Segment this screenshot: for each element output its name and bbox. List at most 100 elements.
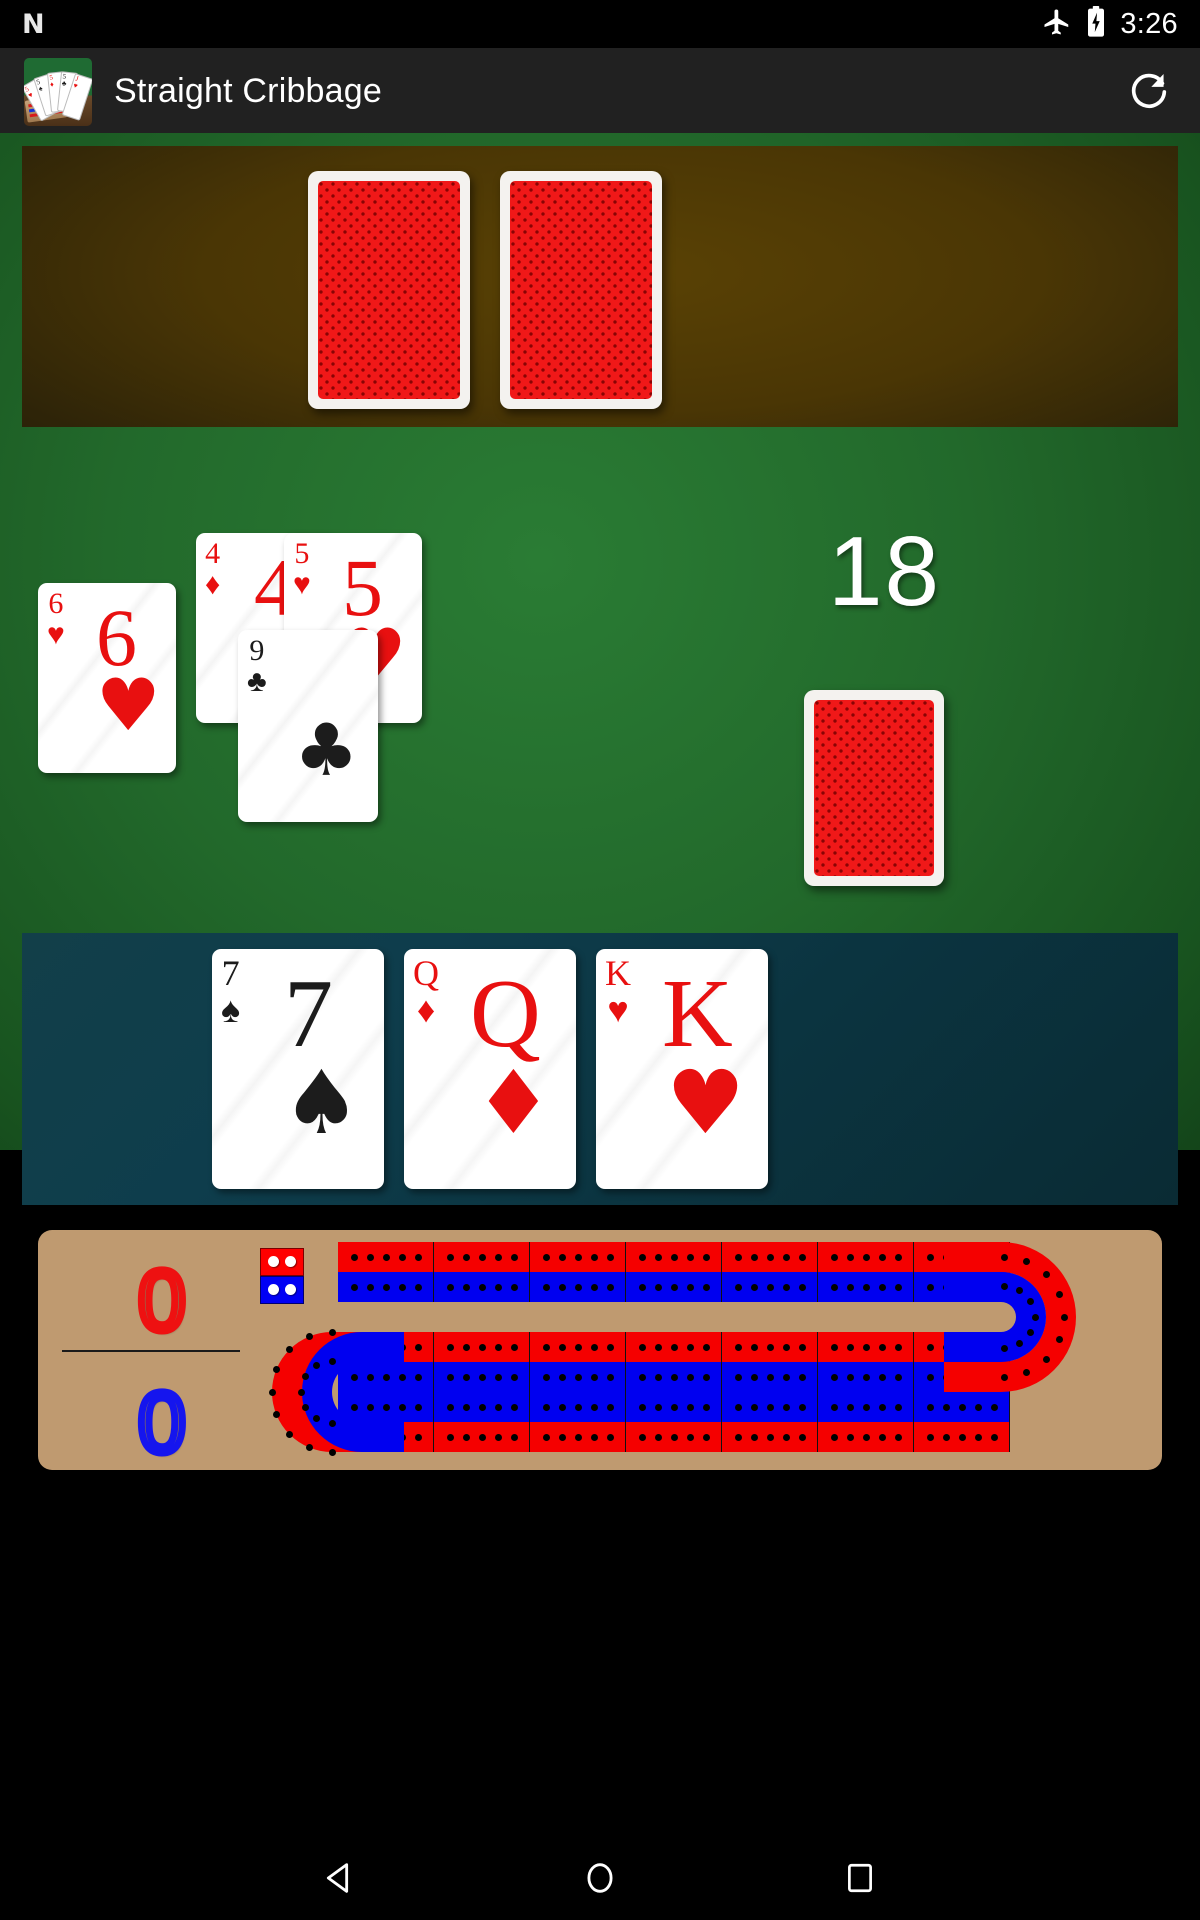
peg-hole xyxy=(590,1253,598,1261)
peg-hole xyxy=(478,1283,486,1291)
crib-card-back-1[interactable] xyxy=(308,171,470,409)
peg-hole xyxy=(670,1373,678,1381)
peg-hole xyxy=(606,1343,614,1351)
peg-hole xyxy=(305,1333,313,1341)
peg-hole xyxy=(590,1283,598,1291)
deck-card-back[interactable] xyxy=(804,690,944,886)
peg-hole xyxy=(750,1433,758,1441)
peg-hole xyxy=(446,1283,454,1291)
peg-hole xyxy=(510,1373,518,1381)
peg-hole xyxy=(702,1343,710,1351)
peg-hole xyxy=(478,1253,486,1261)
peg-hole xyxy=(846,1373,854,1381)
peg-hole xyxy=(654,1343,662,1351)
peg-hole xyxy=(446,1343,454,1351)
android-nav-bar xyxy=(0,1836,1200,1920)
peg-hole xyxy=(654,1283,662,1291)
peg-hole xyxy=(830,1283,838,1291)
peg-hole xyxy=(542,1343,550,1351)
peg-hole xyxy=(766,1403,774,1411)
peg-hole xyxy=(686,1433,694,1441)
battery-charging-icon xyxy=(1086,5,1106,43)
peg-hole xyxy=(734,1433,742,1441)
peg-hole xyxy=(1042,1355,1050,1363)
peg-hole xyxy=(846,1283,854,1291)
peg-hole xyxy=(782,1373,790,1381)
peg-hole xyxy=(286,1430,294,1438)
hand-card-Q-diamonds[interactable]: Q ♦ Q ♦ xyxy=(404,949,576,1189)
track-segment xyxy=(434,1392,530,1452)
peg-hole xyxy=(510,1343,518,1351)
peg-hole xyxy=(702,1373,710,1381)
card-back-pattern xyxy=(510,181,652,399)
peg-hole xyxy=(574,1253,582,1261)
peg-hole xyxy=(542,1373,550,1381)
hand-card-rank-large: K xyxy=(662,960,733,1068)
peg-hole xyxy=(1060,1313,1068,1321)
peg-hole xyxy=(494,1403,502,1411)
recent-apps-square-icon[interactable] xyxy=(830,1848,890,1908)
peg-hole xyxy=(558,1343,566,1351)
peg-hole xyxy=(830,1403,838,1411)
peg-hole xyxy=(894,1403,902,1411)
peg-hole xyxy=(798,1373,806,1381)
peg-hole xyxy=(414,1373,422,1381)
track-segment xyxy=(626,1332,722,1392)
peg-hole xyxy=(878,1283,886,1291)
peg-hole xyxy=(782,1283,790,1291)
peg-hole xyxy=(686,1283,694,1291)
peg-hole xyxy=(301,1404,309,1411)
peg-hole xyxy=(301,1373,309,1380)
peg-hole xyxy=(894,1373,902,1381)
peg-hole xyxy=(510,1253,518,1261)
peg-hole xyxy=(830,1433,838,1441)
peg-hole xyxy=(862,1283,870,1291)
peg-hole xyxy=(638,1403,646,1411)
peg-hole xyxy=(328,1448,336,1456)
peg-hole xyxy=(686,1253,694,1261)
peg-hole xyxy=(846,1253,854,1261)
peg-hole xyxy=(766,1343,774,1351)
peg-hole xyxy=(878,1253,886,1261)
peg-hole xyxy=(926,1283,934,1291)
refresh-icon[interactable] xyxy=(1122,65,1176,119)
peg-hole xyxy=(414,1343,422,1351)
peg-hole xyxy=(414,1403,422,1411)
peg-hole xyxy=(878,1403,886,1411)
peg-hole xyxy=(942,1433,950,1441)
peg-hole xyxy=(926,1433,934,1441)
crib-area xyxy=(22,146,1178,427)
peg-hole xyxy=(558,1253,566,1261)
hand-card-7-spades[interactable]: 7 ♠ 7 ♠ xyxy=(212,949,384,1189)
back-triangle-icon[interactable] xyxy=(310,1848,370,1908)
peg-hole xyxy=(766,1253,774,1261)
play-card-corner: 6 ♥ xyxy=(47,587,65,651)
peg-hole xyxy=(894,1253,902,1261)
running-count: 18 xyxy=(828,516,942,626)
peg-hole xyxy=(510,1403,518,1411)
peg-hole xyxy=(830,1253,838,1261)
airplane-mode-icon xyxy=(1042,7,1072,42)
home-circle-icon[interactable] xyxy=(570,1848,630,1908)
peg-hole xyxy=(478,1373,486,1381)
cribbage-board[interactable]: 0 0 xyxy=(38,1230,1162,1470)
peg-hole xyxy=(670,1433,678,1441)
play-card-6-hearts: 6 ♥ 6 ♥ xyxy=(38,583,176,773)
peg-hole xyxy=(366,1283,374,1291)
hand-card-corner: K ♥ xyxy=(605,953,631,1030)
hand-card-corner: 7 ♠ xyxy=(221,953,241,1030)
peg-hole xyxy=(702,1253,710,1261)
peg-hole xyxy=(1042,1271,1050,1279)
peg-hole xyxy=(702,1403,710,1411)
peg-hole xyxy=(846,1343,854,1351)
peg-hole xyxy=(590,1343,598,1351)
peg-hole xyxy=(830,1373,838,1381)
peg-hole xyxy=(862,1253,870,1261)
peg-hole xyxy=(782,1403,790,1411)
crib-card-back-2[interactable] xyxy=(500,171,662,409)
track-segment xyxy=(722,1332,818,1392)
board-track xyxy=(38,1230,1162,1470)
peg-hole xyxy=(1000,1373,1008,1381)
peg-hole xyxy=(686,1373,694,1381)
hand-card-K-hearts[interactable]: K ♥ K ♥ xyxy=(596,949,768,1189)
